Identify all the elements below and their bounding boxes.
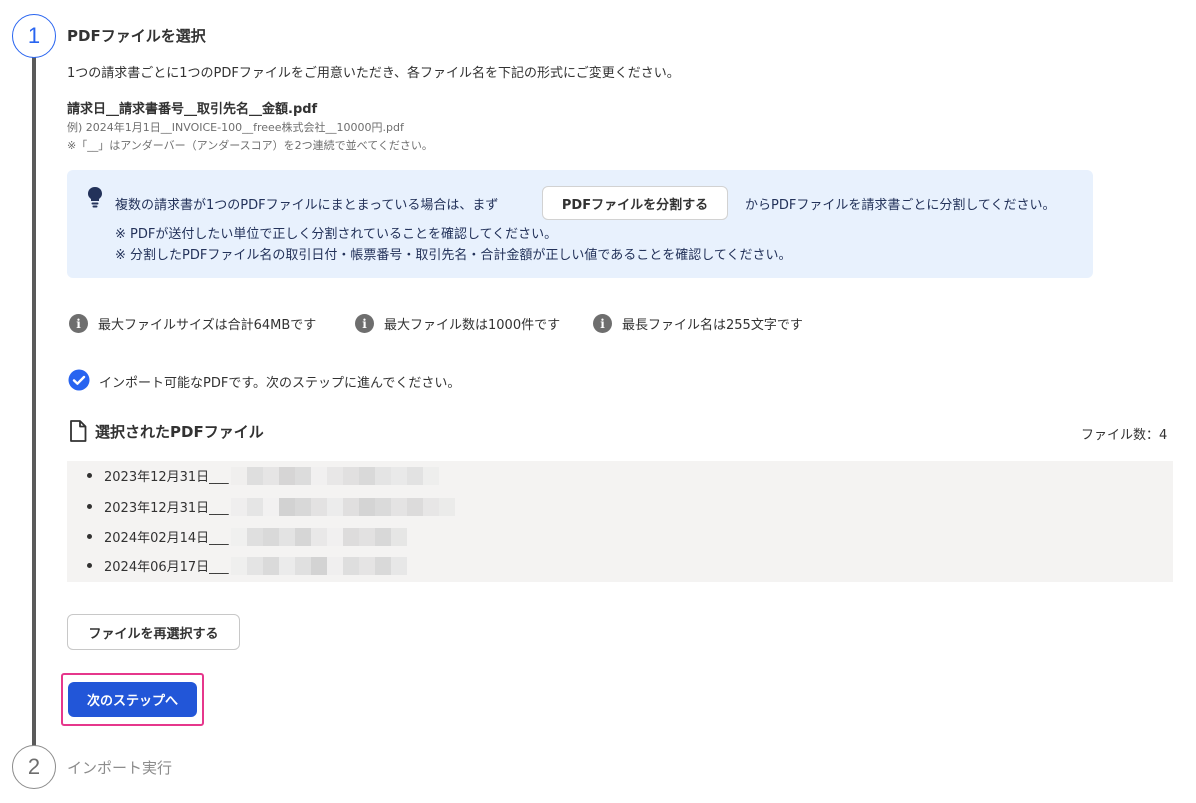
step-1-number: 1 bbox=[27, 23, 41, 48]
redacted-block bbox=[230, 556, 407, 575]
redacted-block bbox=[230, 466, 439, 485]
file-name: 2023年12月31日___ bbox=[104, 501, 229, 516]
file-name: 2024年02月14日___ bbox=[104, 531, 229, 546]
split-info-text-after: からPDFファイルを請求書ごとに分割してください。 bbox=[745, 198, 1056, 213]
list-item: 2023年12月31日___ bbox=[87, 497, 455, 516]
import-status-text: インポート可能なPDFです。次のステップに進んでください。 bbox=[99, 376, 461, 391]
file-name: 2023年12月31日___ bbox=[104, 470, 229, 485]
limit-file-size: i 最大ファイルサイズは合計64MBです bbox=[69, 314, 316, 333]
next-step-button[interactable]: 次のステップへ bbox=[68, 682, 197, 717]
limit-file-count: i 最大ファイル数は1000件です bbox=[355, 314, 560, 333]
reselect-files-button[interactable]: ファイルを再選択する bbox=[67, 614, 240, 650]
list-item: 2024年02月14日___ bbox=[87, 527, 407, 546]
redacted-block bbox=[230, 497, 455, 516]
step-1-indicator: 1 bbox=[12, 14, 56, 58]
limit-filename-length: i 最長ファイル名は255文字です bbox=[593, 314, 803, 333]
info-icon: i bbox=[593, 314, 612, 333]
document-icon bbox=[69, 420, 87, 446]
selected-files-title: 選択されたPDFファイル bbox=[95, 423, 264, 441]
underscore-note: ※「__」はアンダーバー（アンダースコア）を2つ連続で並べてください。 bbox=[67, 139, 433, 152]
file-count: ファイル数：4 bbox=[1081, 428, 1168, 443]
filename-example: 例) 2024年1月1日__INVOICE-100__freee株式会社__10… bbox=[67, 121, 404, 134]
filename-format: 請求日__請求書番号__取引先名__金額.pdf bbox=[67, 102, 318, 117]
info-icon: i bbox=[355, 314, 374, 333]
info-icon: i bbox=[69, 314, 88, 333]
stepper-line bbox=[32, 56, 36, 746]
redacted-block bbox=[230, 527, 407, 546]
selected-file-list: 2023年12月31日___ 2023年12月31日___ 2024年02月14… bbox=[67, 461, 1173, 582]
split-pdf-button[interactable]: PDFファイルを分割する bbox=[542, 186, 728, 220]
split-note-2: ※ 分割したPDFファイル名の取引日付・帳票番号・取引先名・合計金額が正しい値で… bbox=[115, 248, 792, 263]
step-2-title: インポート実行 bbox=[67, 759, 173, 777]
step-1-description: 1つの請求書ごとに1つのPDFファイルをご用意いただき、各ファイル名を下記の形式… bbox=[67, 66, 680, 81]
list-item: 2024年06月17日___ bbox=[87, 556, 407, 575]
check-circle-icon bbox=[68, 369, 90, 395]
list-item: 2023年12月31日___ bbox=[87, 466, 439, 485]
lightbulb-icon bbox=[86, 186, 104, 212]
step-1-title: PDFファイルを選択 bbox=[67, 27, 206, 45]
step-2-number: 2 bbox=[27, 754, 41, 779]
split-note-1: ※ PDFが送付したい単位で正しく分割されていることを確認してください。 bbox=[115, 227, 558, 242]
step-2-indicator: 2 bbox=[12, 745, 56, 789]
limit-filename-length-text: 最長ファイル名は255文字です bbox=[622, 318, 803, 333]
limit-file-count-text: 最大ファイル数は1000件です bbox=[384, 318, 561, 333]
split-info-text-before: 複数の請求書が1つのPDFファイルにまとまっている場合は、まず bbox=[115, 198, 499, 213]
limit-file-size-text: 最大ファイルサイズは合計64MBです bbox=[98, 318, 317, 333]
file-name: 2024年06月17日___ bbox=[104, 560, 229, 575]
